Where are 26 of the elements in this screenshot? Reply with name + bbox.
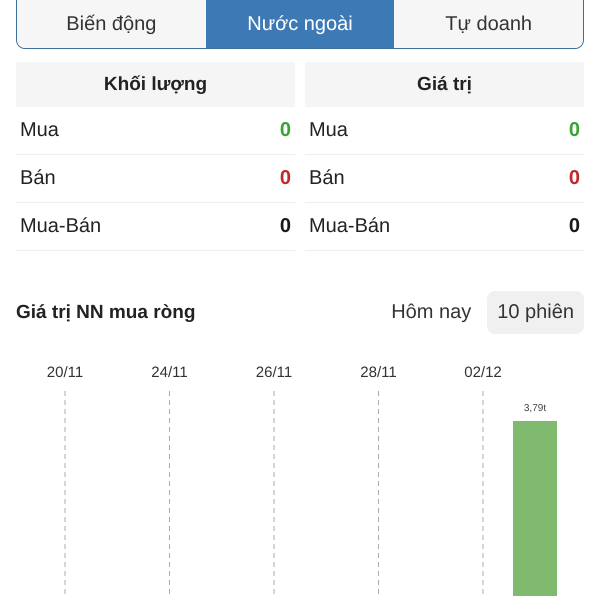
period-toggle[interactable]: 10 phiên	[487, 291, 584, 334]
row-label: Bán	[20, 167, 56, 190]
bar-value-label: 3,79t	[524, 403, 546, 414]
column-header: Khối lượng	[16, 62, 295, 107]
date-label: 28/11	[360, 364, 397, 381]
row-label: Mua	[309, 119, 348, 142]
row-value: 0	[280, 119, 291, 142]
period-toggle[interactable]: Hôm nay	[381, 291, 482, 334]
row-label: Bán	[309, 167, 345, 190]
date-label: 20/11	[46, 364, 84, 381]
row-label: Mua-Bán	[20, 215, 102, 238]
row-value: 0	[568, 215, 580, 238]
date-label: 24/11	[151, 364, 188, 381]
row-value: 0	[568, 119, 580, 142]
date-label: 02/12	[464, 364, 502, 381]
row-value: 0	[280, 215, 291, 238]
tab[interactable]: Nước ngoài	[206, 0, 394, 48]
section-title: Giá trị NN mua ròng	[16, 302, 196, 324]
tab[interactable]: Tự doanh	[394, 0, 583, 48]
row-label: Mua-Bán	[309, 215, 390, 238]
date-label: 26/11	[256, 364, 292, 381]
column-header: Giá trị	[305, 62, 584, 107]
row-value: 0	[280, 167, 291, 190]
row-value: 0	[568, 167, 580, 190]
tab[interactable]: Biến động	[17, 0, 206, 48]
row-label: Mua	[20, 119, 59, 142]
